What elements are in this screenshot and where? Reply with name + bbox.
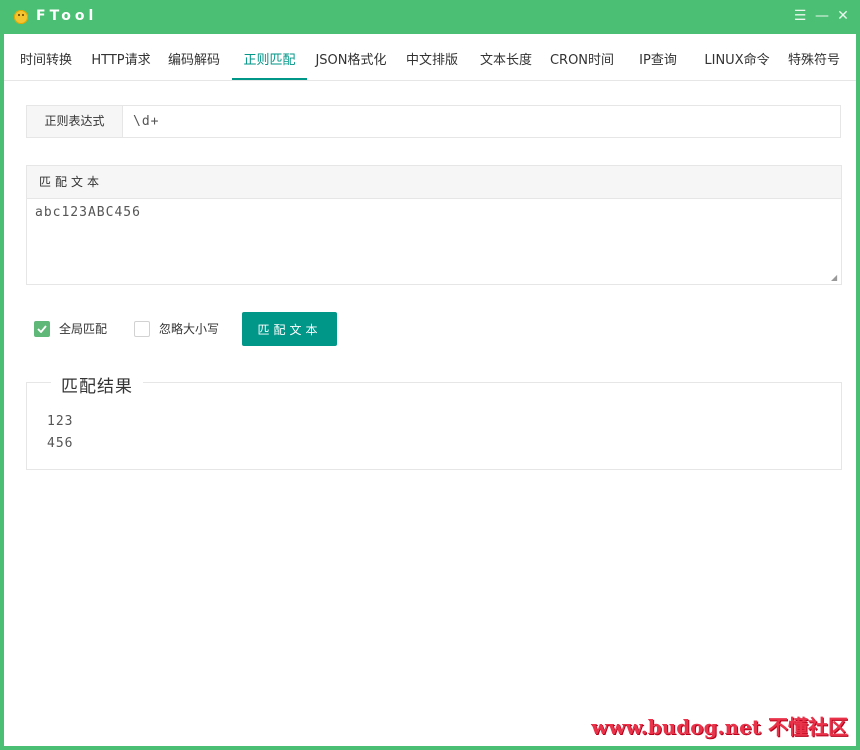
smiley-app-icon — [14, 10, 28, 24]
ignore-case-option[interactable]: 忽略大小写 — [134, 320, 219, 337]
ignore-case-checkbox[interactable] — [134, 320, 150, 337]
regex-row: 正则表达式 — [26, 105, 841, 138]
title-bar[interactable]: FTool ☰ — ✕ — [4, 0, 856, 34]
app-window: FTool ☰ — ✕ 时间转换 HTTP请求 编码解码 正则匹配 JSON格式… — [0, 0, 860, 750]
global-match-label: 全局匹配 — [59, 322, 108, 336]
tab-special-symbols[interactable]: 特殊符号 — [786, 44, 842, 78]
close-icon[interactable]: ✕ — [835, 8, 851, 24]
check-icon — [37, 324, 47, 333]
tab-bar: 时间转换 HTTP请求 编码解码 正则匹配 JSON格式化 中文排版 文本长度 … — [4, 44, 856, 81]
resize-grip-icon[interactable]: ◢ — [831, 274, 839, 282]
tab-chinese-typeset[interactable]: 中文排版 — [404, 44, 460, 78]
match-result-lines: 123 456 — [47, 411, 73, 455]
watermark-text: www.budog.net 不懂社区 — [591, 715, 848, 739]
tab-text-length[interactable]: 文本长度 — [478, 44, 534, 78]
tab-cron-time[interactable]: CRON时间 — [548, 44, 616, 78]
tab-http-request[interactable]: HTTP请求 — [90, 44, 152, 78]
regex-input[interactable] — [123, 106, 839, 137]
global-match-option[interactable]: 全局匹配 — [34, 320, 107, 337]
tab-ip-query[interactable]: IP查询 — [632, 44, 684, 78]
result-line: 123 — [47, 414, 74, 429]
match-text-input[interactable]: abc123ABC456 — [27, 199, 841, 284]
tab-regex-match[interactable]: 正则匹配 — [232, 44, 307, 80]
match-text-header: 匹配文本 — [27, 166, 841, 199]
regex-label: 正则表达式 — [27, 106, 123, 137]
result-line: 456 — [47, 436, 74, 451]
app-title: FTool — [36, 8, 98, 24]
tab-time-convert[interactable]: 时间转换 — [18, 44, 74, 78]
menu-icon[interactable]: ☰ — [792, 8, 808, 24]
minimize-icon[interactable]: — — [814, 8, 830, 24]
global-match-checkbox[interactable] — [34, 320, 50, 337]
tab-linux-commands[interactable]: LINUX命令 — [700, 44, 774, 78]
match-result-panel: 匹配结果 123 456 — [26, 372, 842, 470]
ignore-case-label: 忽略大小写 — [159, 322, 220, 336]
match-text-panel: 匹配文本 abc123ABC456 ◢ — [26, 165, 842, 285]
tab-json-format[interactable]: JSON格式化 — [312, 44, 390, 78]
tab-encode-decode[interactable]: 编码解码 — [166, 44, 222, 78]
match-text-button[interactable]: 匹配文本 — [242, 312, 337, 346]
match-result-legend: 匹配结果 — [51, 372, 143, 397]
